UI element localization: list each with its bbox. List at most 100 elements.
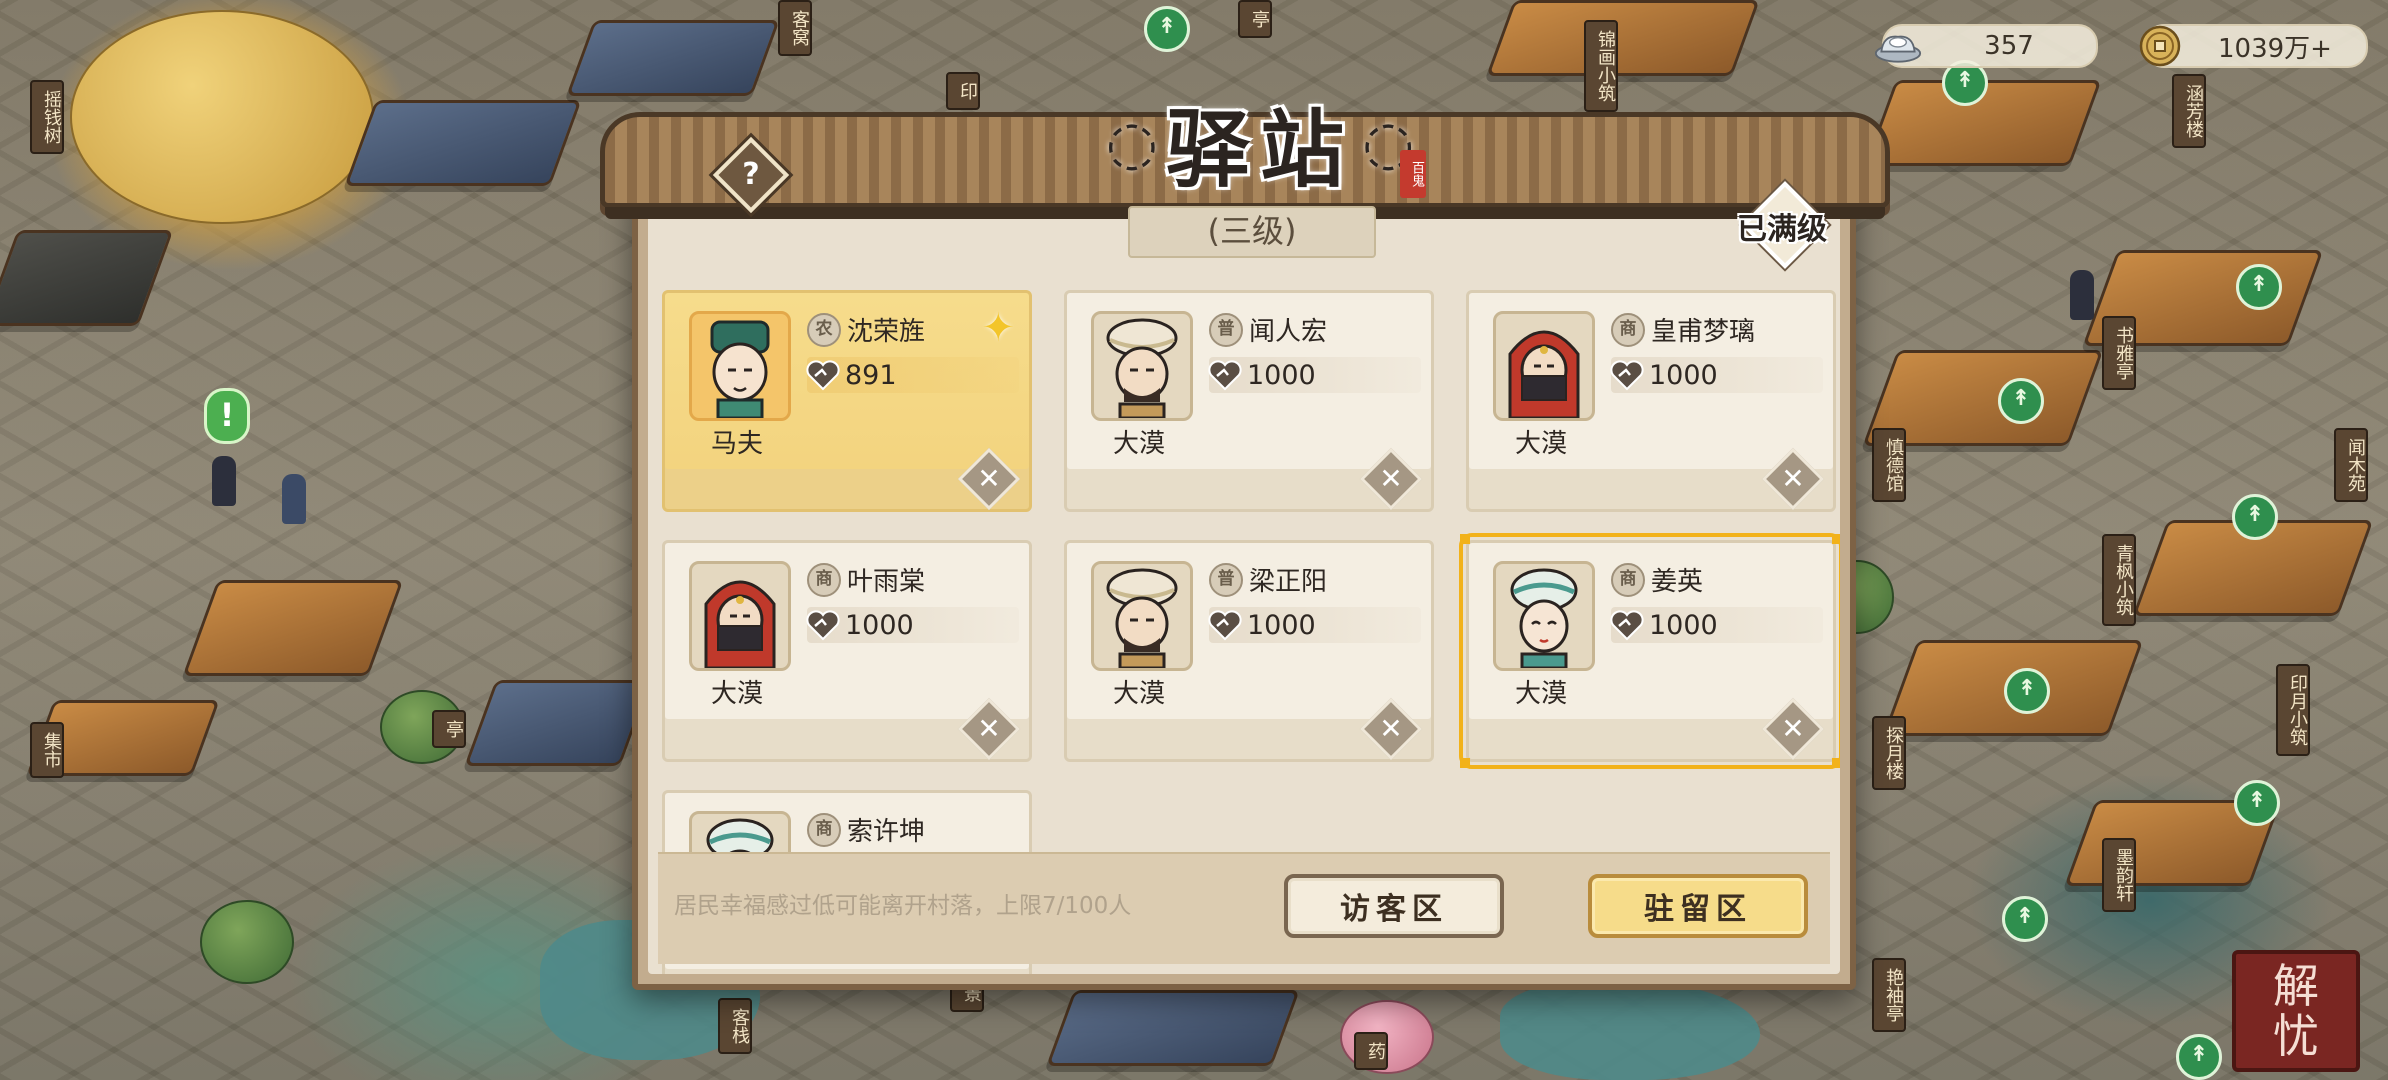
map-label-jishi[interactable]: 集市 [30, 722, 64, 778]
logo-char-2: 忧 [2273, 1009, 2319, 1063]
map-label-yin[interactable]: 印 [946, 72, 980, 110]
resident-card[interactable]: 普 梁正阳 1000 大漠 ✕ [1064, 540, 1434, 762]
building-roof [344, 100, 582, 186]
resident-name-row: 普 梁正阳 [1209, 561, 1327, 598]
profession-badge: 商 [1611, 312, 1645, 347]
resident-name: 闻人宏 [1249, 317, 1328, 347]
resident-name-row: 普 闻人宏 [1209, 311, 1327, 348]
map-label-yanxiu[interactable]: 艳袖亭 [1872, 958, 1906, 1032]
satisfaction-row: 1000 [1610, 607, 1823, 643]
question-icon: ? [742, 157, 760, 192]
profession-badge: 商 [1611, 562, 1645, 597]
selection-corner [1832, 534, 1840, 544]
resident-portrait [1091, 311, 1193, 421]
tree [200, 900, 294, 984]
villager[interactable] [2070, 270, 2094, 320]
resident-card[interactable]: 商 皇甫梦璃 1000 大漠 ✕ [1466, 290, 1836, 512]
map-label-tanyue[interactable]: 探月楼 [1872, 716, 1906, 790]
silver-counter[interactable]: 357 [1874, 24, 2098, 68]
resident-name: 沈荣旌 [847, 317, 926, 347]
logo-char-1: 解 [2273, 959, 2319, 1013]
remove-resident-button[interactable]: ✕ [1359, 697, 1423, 761]
remove-resident-button[interactable]: ✕ [1761, 697, 1825, 761]
resident-name: 叶雨棠 [847, 567, 926, 597]
villager[interactable] [212, 456, 236, 506]
production-marker[interactable]: ↟ [1998, 378, 2044, 424]
building-roof [1046, 990, 1300, 1066]
resident-name-row: 农 沈荣旌 [807, 311, 925, 348]
profession-badge: 商 [807, 812, 841, 847]
quest-alert-marker[interactable]: ! [204, 388, 250, 444]
panel-title-badge: ◌ 驿站 ◌ [1080, 88, 1440, 199]
game-logo-seal[interactable]: 解 忧 [2232, 950, 2360, 1072]
map-label-yaoqianshu[interactable]: 摇钱树 [30, 80, 64, 154]
map-label-shende[interactable]: 慎德馆 [1872, 428, 1906, 502]
map-label-qingfeng[interactable]: 青枫小筑 [2102, 534, 2136, 626]
production-marker[interactable]: ↟ [2232, 494, 2278, 540]
resident-card[interactable]: 商 叶雨棠 1000 大漠 ✕ [662, 540, 1032, 762]
map-label-ting-top[interactable]: 亭 [1238, 0, 1272, 38]
map-label-yao[interactable]: 药 [1354, 1032, 1388, 1070]
resident-portrait [689, 561, 791, 671]
building-roof [182, 580, 404, 676]
happiness-heart-icon [1610, 610, 1644, 641]
production-marker[interactable]: ↟ [2234, 780, 2280, 826]
map-label-moyun[interactable]: 墨韵轩 [2102, 838, 2136, 912]
panel-title: 驿站 [1165, 99, 1354, 199]
map-label-kezhan[interactable]: 客栈 [718, 998, 752, 1054]
map-label-shuya[interactable]: 书雅亭 [2102, 316, 2136, 390]
max-level-label: 已满级 [1737, 212, 1827, 247]
production-marker[interactable]: ↟ [2236, 264, 2282, 310]
coin-counter[interactable]: 1039万+ [2139, 24, 2368, 68]
production-marker[interactable]: ↟ [2176, 1034, 2222, 1080]
sparkle-icon: ✦ [981, 305, 1015, 351]
visitor-area-button[interactable]: 访客区 [1284, 874, 1504, 938]
title-seal: 百鬼 [1400, 150, 1426, 198]
resident-card[interactable]: 商 姜英 1000 大漠 ✕ [1459, 533, 1840, 769]
production-marker[interactable]: ↟ [1144, 6, 1190, 52]
resident-portrait [1493, 311, 1595, 421]
map-label-hanfang[interactable]: 涵芳楼 [2172, 74, 2206, 148]
remove-resident-button[interactable]: ✕ [957, 697, 1021, 761]
resident-card[interactable]: 农 沈荣旌 891 马夫 ✦ ✕ [662, 290, 1032, 512]
satisfaction-value: 1000 [1649, 609, 1718, 641]
remove-resident-button[interactable]: ✕ [1359, 447, 1423, 511]
map-label-kewo[interactable]: 客窝 [778, 0, 812, 56]
resident-name-row: 商 叶雨棠 [807, 561, 925, 598]
satisfaction-row: 1000 [1208, 357, 1421, 393]
resident-origin: 大漠 [1112, 429, 1165, 459]
resident-origin: 大漠 [1112, 679, 1165, 709]
happiness-heart-icon [1610, 360, 1644, 391]
post-station-panel: 农 沈荣旌 891 马夫 ✦ ✕ 普 闻人宏 1000 大漠 ✕ 商 皇甫梦璃 … [632, 182, 1856, 990]
resident-portrait [1091, 561, 1193, 671]
map-label-jinhua[interactable]: 锦画小筑 [1584, 20, 1618, 112]
remove-resident-button[interactable]: ✕ [957, 447, 1021, 511]
resident-name: 梁正阳 [1249, 567, 1328, 597]
money-tree[interactable] [70, 10, 374, 224]
pavilion-roof [464, 680, 652, 766]
production-marker[interactable]: ↟ [2002, 896, 2048, 942]
max-level-badge: 已满级 [1722, 181, 1842, 269]
map-label-wenmu[interactable]: 闻木苑 [2334, 428, 2368, 502]
happiness-heart-icon [806, 360, 840, 391]
production-marker[interactable]: ↟ [2004, 668, 2050, 714]
resident-name: 姜英 [1651, 567, 1704, 597]
coin-amount: 1039万+ [2218, 33, 2332, 64]
panel-body: 农 沈荣旌 891 马夫 ✦ ✕ 普 闻人宏 1000 大漠 ✕ 商 皇甫梦璃 … [648, 198, 1840, 974]
map-label-ting[interactable]: 亭 [432, 710, 466, 748]
satisfaction-row: 891 [806, 357, 1019, 393]
resident-origin: 大漠 [710, 679, 763, 709]
profession-badge: 普 [1209, 312, 1243, 347]
resident-origin: 马夫 [710, 429, 763, 459]
resident-area-button[interactable]: 驻留区 [1588, 874, 1808, 938]
remove-resident-button[interactable]: ✕ [1761, 447, 1825, 511]
resident-card[interactable]: 普 闻人宏 1000 大漠 ✕ [1064, 290, 1434, 512]
satisfaction-value: 1000 [1649, 359, 1718, 391]
villager[interactable] [282, 474, 306, 524]
profession-badge: 商 [807, 562, 841, 597]
resident-name-row: 商 索许坤 [807, 811, 925, 848]
resident-name: 索许坤 [847, 817, 926, 847]
map-label-yinyue[interactable]: 印月小筑 [2276, 664, 2310, 756]
satisfaction-value: 1000 [845, 609, 914, 641]
building-roof [1486, 0, 1760, 76]
